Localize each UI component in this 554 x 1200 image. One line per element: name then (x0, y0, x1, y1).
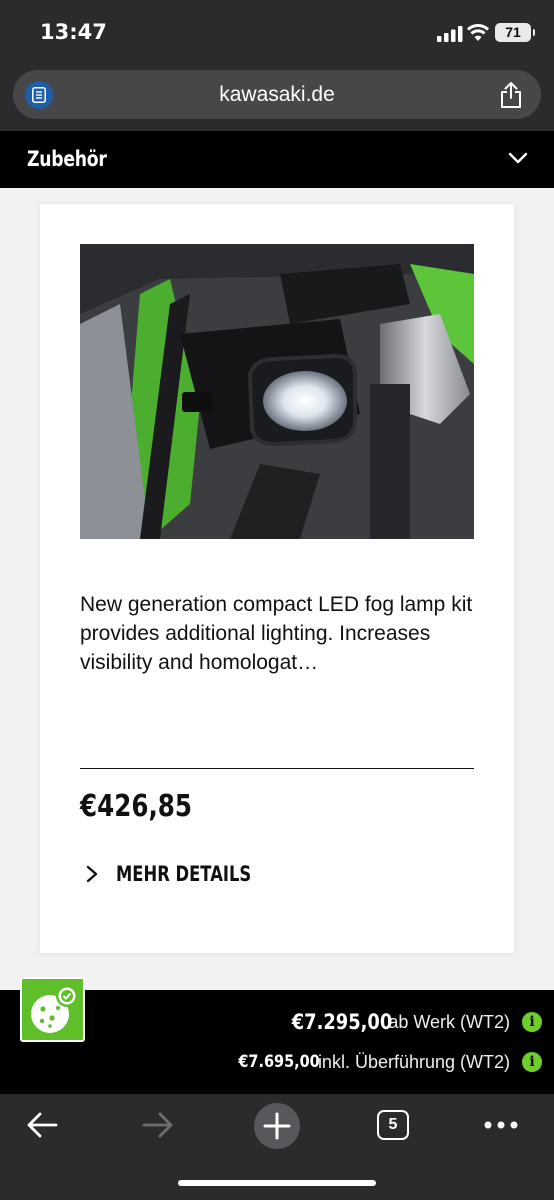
battery-icon: 71 (495, 23, 535, 42)
home-indicator[interactable] (178, 1180, 376, 1186)
divider (80, 768, 474, 769)
new-tab-plus-icon[interactable] (253, 1102, 301, 1150)
status-bar: 13:47 71 (0, 0, 554, 66)
ex-works-label: ab Werk (WT2) (388, 1011, 510, 1032)
product-card: New generation compact LED fog lamp kit … (40, 204, 514, 953)
product-image (80, 244, 474, 539)
ex-works-price: €7.295,00 (291, 1010, 393, 1034)
chevron-down-icon (508, 152, 528, 164)
back-arrow-icon[interactable] (26, 1110, 58, 1140)
price-line-ex-works: €7.295,00 ab Werk (WT2) i (274, 1008, 542, 1036)
forward-arrow-icon[interactable] (142, 1110, 174, 1140)
price-line-delivery: €7.695,00 inkl. Überführung (WT2) i (224, 1048, 542, 1076)
cellular-signal-icon (437, 26, 463, 42)
cookie-icon (31, 985, 78, 1033)
more-details-label: MEHR DETAILS (116, 862, 252, 886)
status-time: 13:47 (40, 20, 107, 44)
info-icon[interactable]: i (522, 1052, 542, 1072)
chevron-right-icon (86, 865, 98, 883)
url-text[interactable]: kawasaki.de (13, 83, 541, 107)
delivery-price: €7.695,00 (238, 1052, 320, 1072)
address-bar[interactable]: kawasaki.de (13, 70, 541, 119)
browser-address-area: kawasaki.de (0, 66, 554, 131)
share-icon[interactable] (499, 81, 523, 109)
cookie-settings-button[interactable] (20, 977, 85, 1042)
accordion-title: Zubehör (27, 147, 107, 171)
wifi-icon (467, 24, 489, 41)
info-icon[interactable]: i (522, 1012, 542, 1032)
tabs-button[interactable]: 5 (377, 1110, 409, 1140)
delivery-label: inkl. Überführung (WT2) (317, 1051, 510, 1072)
product-description: New generation compact LED fog lamp kit … (80, 593, 473, 674)
product-price: €426,85 (80, 789, 193, 824)
more-options-icon[interactable] (484, 1121, 518, 1129)
accessories-accordion-header[interactable]: Zubehör (0, 131, 554, 188)
